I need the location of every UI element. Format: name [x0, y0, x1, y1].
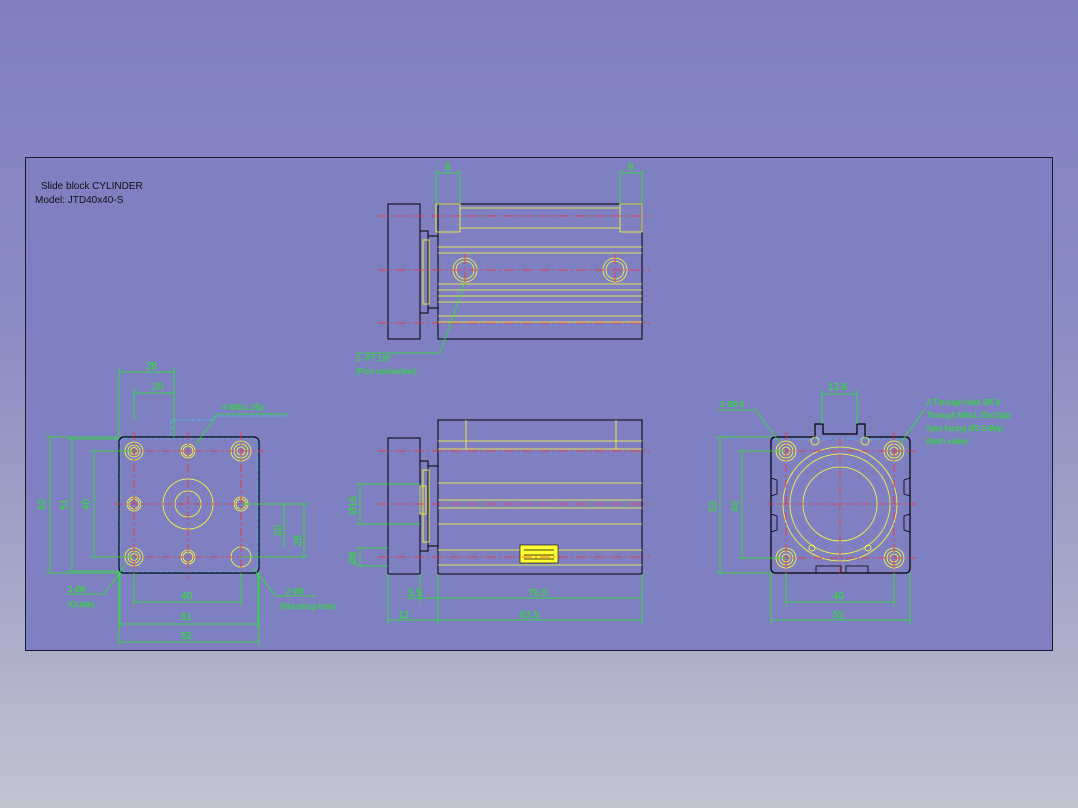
mounting-hole-note: 2-Ø8: [286, 587, 304, 596]
end-hole-note: 2-Ø8.6: [720, 400, 745, 409]
through-note-1: 2-Through-hole Ø6.8: [926, 398, 1001, 407]
front-view: 28 20 4-M8x1.25p 52 51 40 20 28 40 51 52…: [37, 361, 336, 646]
end-dim-40-v: 40: [730, 500, 741, 512]
drawing-sheet: Slide block CYLINDER Model: JTD40x40-S 8…: [25, 157, 1053, 651]
through-note-4: (Both sides): [926, 437, 969, 446]
front-dim-51-v: 51: [59, 498, 70, 510]
side-dim-5-5: 5.5: [408, 588, 422, 599]
front-dim-20-v: 20: [273, 524, 284, 536]
technical-drawing: Slide block CYLINDER Model: JTD40x40-S 8…: [35, 162, 1011, 646]
end-dim-52-v: 52: [708, 500, 719, 512]
through-note-3: Spot facing Ø9.5x8dp: [926, 424, 1003, 433]
front-dim-52-v: 52: [37, 498, 48, 510]
front-dim-20: 20: [152, 382, 164, 393]
side-dim-83-5: 83.5: [520, 610, 540, 621]
top-dim-left: 8: [445, 162, 451, 173]
side-view: Ø16 Ø8 5.5 76.5 12 83.5: [348, 419, 650, 624]
end-view: 13.6 2-Ø8.6 2-Through-hole Ø6.8 Through …: [708, 382, 1011, 624]
front-dim-40-v: 40: [81, 498, 92, 510]
front-dim-28-v: 28: [293, 534, 304, 546]
through-note-2: Through M8x1.25x10dp: [926, 411, 1011, 420]
guide-note: 2-Ø8: [68, 585, 86, 594]
side-dim-phi8: Ø8: [348, 551, 359, 565]
front-dim-51-h: 51: [181, 612, 193, 623]
end-dim-13-6: 13.6: [828, 382, 848, 393]
title-line2: Model: JTD40x40-S: [35, 195, 124, 206]
front-dim-40-h: 40: [181, 591, 193, 602]
tap-note: 4-M8x1.25p: [222, 403, 265, 412]
end-dim-40-h: 40: [833, 591, 845, 602]
side-dim-12: 12: [398, 610, 410, 621]
top-dim-right: 8: [628, 162, 634, 173]
port-note: 2- PT 1/8": [356, 354, 392, 363]
port-sub: (Port connection): [356, 367, 417, 376]
mounting-hole-sub: (Mounting-hole): [280, 602, 336, 611]
end-dim-52-h: 52: [833, 610, 845, 621]
front-dim-28: 28: [146, 361, 158, 372]
front-dim-52-h: 52: [181, 631, 193, 642]
top-view: 8 8 2- PT 1/8" (Port connection): [356, 162, 650, 376]
side-dim-phi16: Ø16: [348, 496, 359, 515]
side-dim-76-5: 76.5: [528, 588, 548, 599]
title-line1: Slide block CYLINDER: [41, 181, 143, 192]
guide-sub: (Guide): [68, 600, 95, 609]
